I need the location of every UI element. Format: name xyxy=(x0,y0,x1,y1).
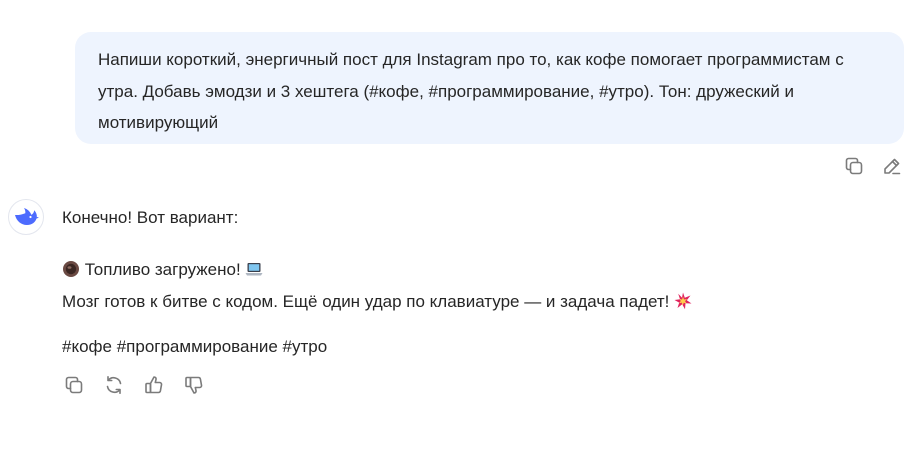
coffee-cup-emoji xyxy=(63,261,79,277)
edit-message-button[interactable] xyxy=(880,154,904,178)
copy-message-button[interactable] xyxy=(842,154,866,178)
post-line-1: Топливо загружено! xyxy=(84,260,241,279)
like-button[interactable] xyxy=(142,373,166,397)
assistant-post-body: Топливо загружено! Мозг готов к битве с … xyxy=(62,254,882,318)
dislike-button[interactable] xyxy=(182,373,206,397)
regenerate-button[interactable] xyxy=(102,373,126,397)
assistant-avatar xyxy=(8,199,44,235)
assistant-intro: Конечно! Вот вариант: xyxy=(62,208,239,227)
copy-answer-button[interactable] xyxy=(62,373,86,397)
assistant-message-actions xyxy=(62,373,206,397)
user-message-bubble: Напиши короткий, энергичный пост для Ins… xyxy=(75,32,904,144)
thumbs-down-icon xyxy=(185,376,203,394)
laptop-emoji xyxy=(245,263,263,276)
copy-icon xyxy=(65,376,83,394)
copy-icon xyxy=(845,157,863,175)
edit-icon xyxy=(884,158,901,175)
deepseek-whale-icon xyxy=(15,208,39,225)
user-message-text: Напиши короткий, энергичный пост для Ins… xyxy=(98,50,844,132)
assistant-message: Конечно! Вот вариант: Топливо загружено!… xyxy=(62,205,882,360)
chat-page: Напиши короткий, энергичный пост для Ins… xyxy=(0,0,914,450)
collision-emoji xyxy=(674,292,692,310)
regenerate-icon xyxy=(106,376,122,394)
thumbs-up-icon xyxy=(145,376,163,394)
assistant-hashtags: #кофе #программирование #утро xyxy=(62,337,328,356)
user-message-actions xyxy=(842,154,904,178)
post-line-2: Мозг готов к битве с кодом. Ещё один уда… xyxy=(62,292,670,311)
